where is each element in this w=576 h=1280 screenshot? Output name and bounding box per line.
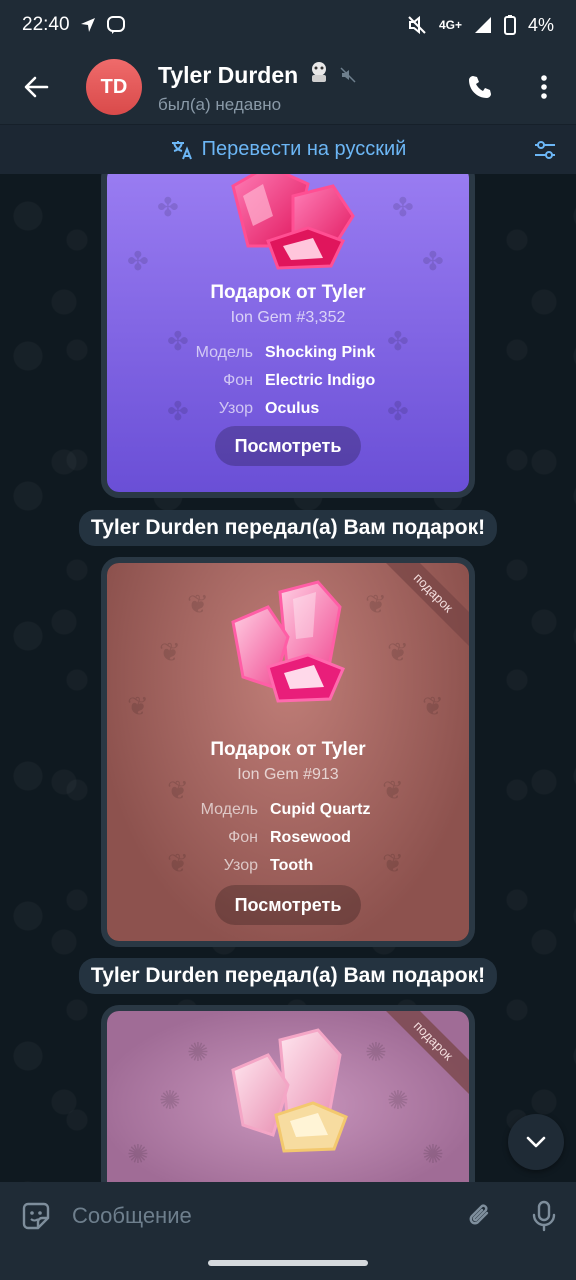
pattern-icon: ❦ [127,691,149,721]
gem-icon [231,174,355,270]
paperclip-icon [469,1204,489,1225]
attribute-value: Cupid Quartz [270,801,371,818]
pattern-icon: ✺ [422,1139,444,1169]
status-time: 22:40 [22,14,70,35]
pattern-icon: ✺ [127,1139,149,1169]
chat-header: TD Tyler Durden был(а) недавно [0,50,576,124]
translate-bar: Перевести на русский [0,124,576,174]
gift-attribute-model: Модель Cupid Quartz [107,801,469,819]
call-button[interactable] [448,50,512,124]
home-indicator[interactable] [208,1260,368,1266]
view-gift-button[interactable]: Посмотреть [215,885,361,925]
gem-icon [231,1028,348,1153]
battery-icon [503,15,516,35]
gift-attribute-model: Модель Shocking Pink [107,344,469,362]
emoji-button[interactable] [0,1182,72,1250]
gift-subtitle: Ion Gem #3,352 [230,309,346,326]
viber-icon [106,15,126,35]
phone-icon [469,76,491,98]
view-gift-button[interactable]: Посмотреть [215,426,361,466]
pattern-icon: ✤ [157,192,179,222]
translate-label: Перевести на русский [201,138,407,160]
pattern-icon: ✤ [392,192,414,222]
attribute-value: Rosewood [270,829,351,846]
gift-attribute-pattern: Узор Oculus [107,400,469,418]
muted-icon [340,62,356,89]
microphone-icon [532,1200,556,1232]
status-bar: 22:40 4G+ 4% [0,0,576,50]
emoji-status-icon [306,59,332,91]
chat-name: Tyler Durden [158,61,299,88]
pattern-icon: ✺ [187,1037,209,1067]
gift-card[interactable]: ✤ ✤ ✤ ✤ ✤ ✤ ✤ ✤ Подарок от Tyler Ion Gem… [101,174,475,498]
chat-status: был(а) недавно [158,95,282,114]
signal-icon [474,16,492,34]
service-message: Tyler Durden передал(а) Вам подарок! [78,510,498,546]
attribute-label: Фон [228,829,258,846]
more-vertical-icon [541,75,547,99]
attach-button[interactable] [448,1182,512,1250]
service-message: Tyler Durden передал(а) Вам подарок! [78,958,498,994]
chevron-down-icon [526,1136,546,1148]
translate-icon [171,140,192,159]
location-arrow-icon [80,17,96,33]
pattern-icon: ✺ [159,1085,181,1115]
scroll-down-button[interactable] [508,1114,564,1170]
attribute-value: Electric Indigo [265,372,376,389]
pattern-icon: ✺ [387,1085,409,1115]
attribute-label: Фон [223,372,253,389]
pattern-icon: ❦ [187,589,209,619]
attribute-label: Модель [200,801,258,818]
attribute-label: Модель [195,344,253,361]
pattern-icon: ✺ [365,1037,387,1067]
gift-title: Подарок от Tyler [210,282,366,303]
gift-attribute-backdrop: Фон Electric Indigo [107,372,469,390]
voice-message-button[interactable] [512,1182,576,1250]
more-options-button[interactable] [512,50,576,124]
gift-card[interactable]: подарок ❦ ❦ ❦ ❦ ❦ ❦ ❦ ❦ ❦ ❦ Подарок от T… [101,557,475,947]
message-input[interactable] [72,1194,448,1238]
sticker-icon [22,1202,50,1230]
pattern-icon: ❦ [422,691,444,721]
system-navigation-bar [0,1250,576,1280]
translate-button[interactable]: Перевести на русский [170,138,407,162]
chat-name-row: Tyler Durden [158,59,356,91]
gem-icon [231,580,345,703]
attribute-label: Узор [218,400,253,417]
message-composer [0,1182,576,1250]
chat-background: ✤ ✤ ✤ ✤ ✤ ✤ ✤ ✤ Подарок от Tyler Ion Gem… [0,174,576,1182]
back-arrow-icon [24,76,49,98]
gift-subtitle: Ion Gem #913 [237,766,339,783]
network-type: 4G+ [438,18,462,32]
attribute-value: Shocking Pink [265,344,376,361]
pattern-icon: ❦ [387,637,409,667]
back-button[interactable] [0,50,72,124]
gift-title: Подарок от Tyler [210,739,366,760]
attribute-value: Tooth [270,857,314,874]
attribute-label: Узор [223,857,258,874]
sliders-icon [535,141,555,159]
gift-card[interactable]: подарок ✺ ✺ ✺ ✺ ✺ ✺ [101,1005,475,1182]
pattern-icon: ❦ [159,637,181,667]
pattern-icon: ✤ [422,246,444,276]
gift-attribute-backdrop: Фон Rosewood [107,829,469,847]
pattern-icon: ✤ [127,246,149,276]
pattern-icon: ❦ [365,589,387,619]
avatar[interactable]: TD [86,59,142,115]
mute-icon [407,15,427,35]
translate-settings-button[interactable] [532,137,558,168]
battery-level: 4% [527,14,554,35]
attribute-value: Oculus [265,400,320,417]
chat-title-block[interactable]: Tyler Durden был(а) недавно [158,59,356,115]
gift-attribute-pattern: Узор Tooth [107,857,469,875]
